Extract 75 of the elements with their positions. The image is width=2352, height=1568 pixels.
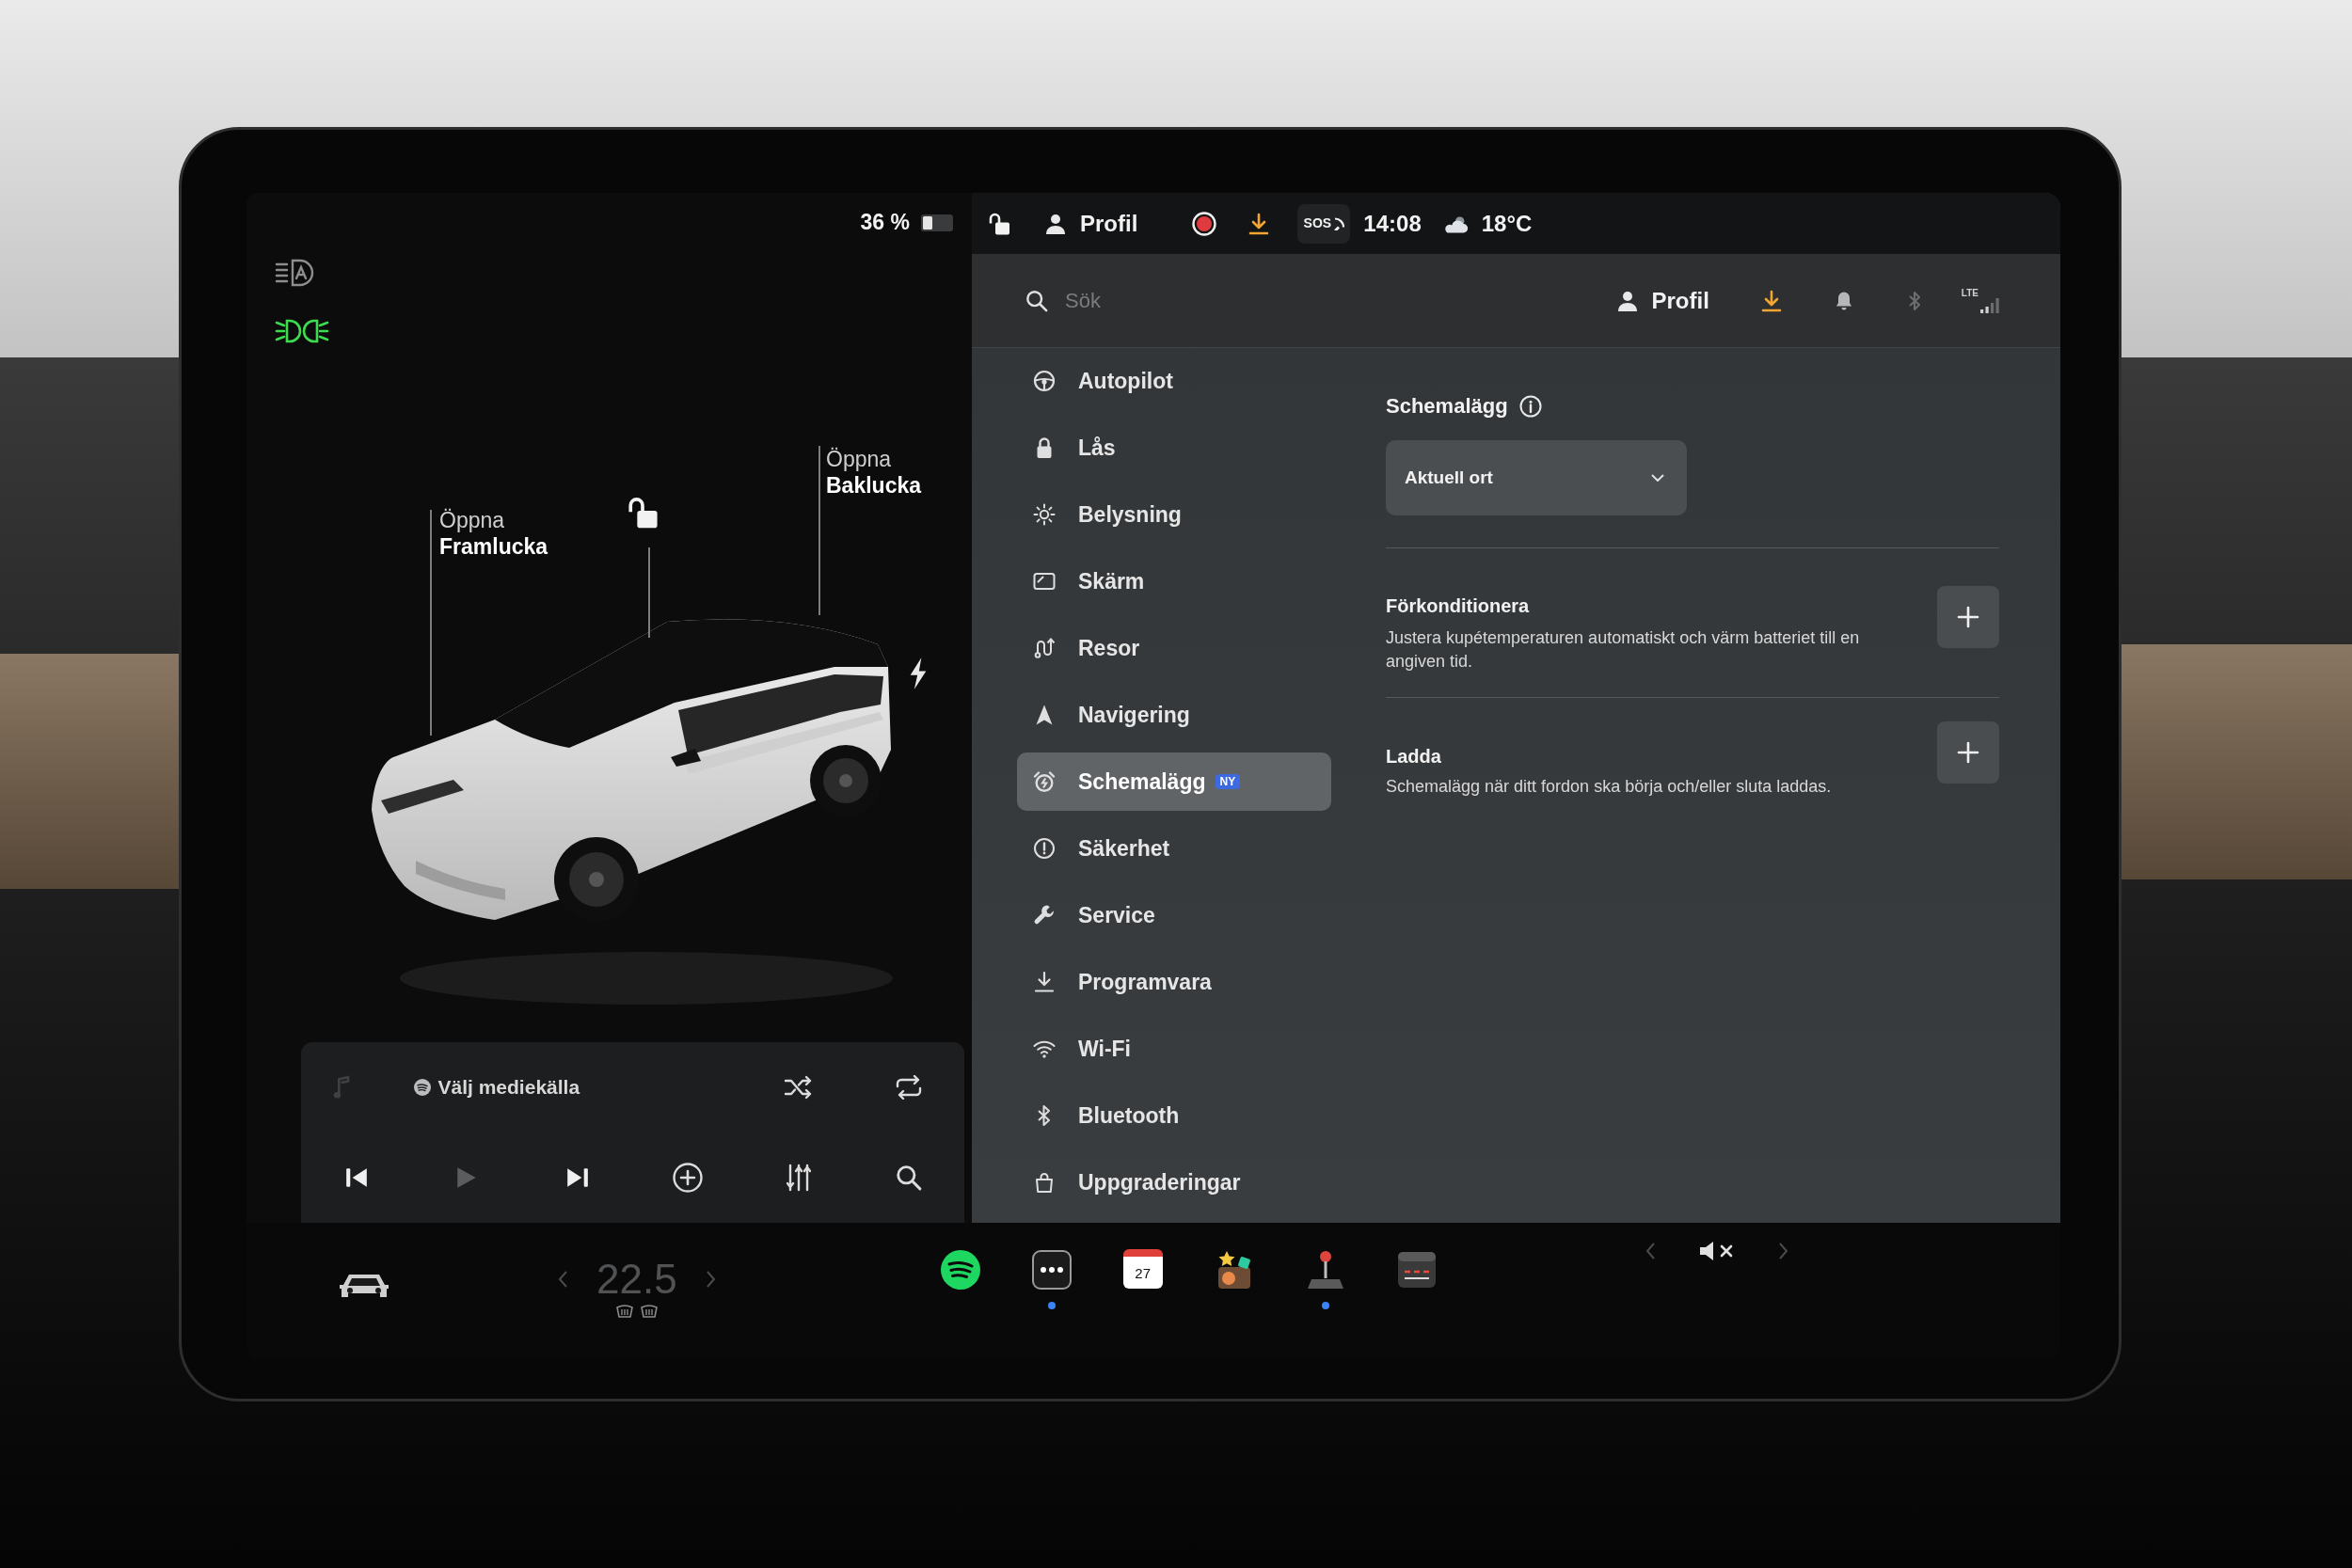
equalizer-icon[interactable] [786, 1164, 811, 1192]
plus-icon [1957, 741, 1979, 764]
skip-forward-icon[interactable] [564, 1165, 590, 1190]
add-button[interactable] [1937, 586, 1999, 648]
defrost-icon[interactable] [614, 1304, 634, 1319]
unlock-icon[interactable] [627, 496, 659, 530]
option-title: Ladda [1386, 745, 1442, 768]
unlock-icon[interactable] [988, 211, 1010, 236]
menu-item[interactable]: Belysning [1017, 485, 1331, 544]
sos-button[interactable]: SOS [1297, 203, 1351, 244]
menu-item[interactable]: Säkerhet [1017, 819, 1331, 878]
media-source-button[interactable]: Välj mediekälla [413, 1072, 580, 1102]
shuffle-icon[interactable] [783, 1075, 814, 1100]
menu-item[interactable]: Skärm [1017, 552, 1331, 610]
plus-icon [1957, 606, 1979, 628]
download-icon [1033, 971, 1056, 993]
brightness-icon [1033, 503, 1056, 526]
section-heading: Schemalägg [1386, 393, 1508, 420]
skip-back-icon[interactable] [343, 1165, 369, 1190]
outside-temperature: 18°C [1481, 209, 1533, 238]
clock-time: 14:08 [1363, 209, 1422, 238]
info-icon[interactable] [1518, 395, 1542, 418]
calendar-button[interactable]: 27 [1122, 1249, 1163, 1289]
battery-icon [921, 214, 953, 231]
network-type: LTE [1961, 288, 1979, 298]
profile-button[interactable]: Profil [1617, 283, 1709, 318]
new-badge: NY [1215, 774, 1241, 789]
battery-percentage: 36 % [860, 212, 910, 233]
chevron-down-icon [1651, 474, 1664, 482]
menu-item[interactable]: Lås [1017, 419, 1331, 477]
menu-item[interactable]: Wi-Fi [1017, 1020, 1331, 1078]
add-button[interactable] [1937, 721, 1999, 784]
shopping-bag-icon [1033, 1171, 1056, 1194]
menu-item[interactable]: Autopilot [1017, 352, 1331, 410]
menu-item[interactable]: Resor [1017, 619, 1331, 677]
add-circle-icon[interactable] [673, 1163, 704, 1193]
option-title: Förkonditionera [1386, 594, 1531, 618]
option-description: Schemalägg när ditt fordon ska börja och/eller sluta laddas. [1386, 776, 1833, 798]
search-icon [1025, 289, 1048, 312]
bell-icon[interactable] [1834, 290, 1853, 311]
cabin-temperature: 22.5 [596, 1257, 677, 1302]
music-note-icon [333, 1075, 350, 1100]
profile-button[interactable]: Profil [1046, 206, 1138, 241]
menu-item[interactable]: Schemalägg NY [1017, 752, 1331, 811]
menu-item[interactable]: Bluetooth [1017, 1086, 1331, 1145]
option-description: Justera kupétemperaturen automatiskt och värm batteriet till en angiven tid. [1386, 627, 1861, 673]
menu-item[interactable]: Uppgraderingar [1017, 1153, 1331, 1212]
menu-item[interactable]: Service [1017, 886, 1331, 944]
repeat-icon[interactable] [895, 1075, 924, 1100]
search-icon[interactable] [896, 1164, 923, 1191]
record-icon[interactable] [1192, 211, 1217, 236]
download-icon[interactable] [1248, 212, 1270, 235]
download-icon[interactable] [1760, 289, 1782, 312]
lightning-bolt-icon [909, 657, 928, 689]
window-app-icon[interactable] [1395, 1249, 1438, 1291]
route-icon [1033, 637, 1056, 659]
stream-icon [413, 1079, 431, 1096]
wrench-icon [1033, 904, 1056, 927]
more-apps-icon[interactable] [1030, 1249, 1073, 1291]
menu-item[interactable]: Programvara [1017, 953, 1331, 1011]
person-icon [1046, 213, 1065, 234]
signal-icon [1980, 297, 1999, 313]
defrost-icon[interactable] [639, 1304, 659, 1319]
location-dropdown[interactable]: Aktuell ort [1386, 440, 1687, 515]
open-front-trunk-button[interactable]: Öppna Framlucka [439, 507, 548, 560]
steering-wheel-icon [1033, 370, 1056, 392]
display-icon [1033, 570, 1056, 593]
search-field[interactable]: Sök [1065, 279, 1498, 322]
menu-item[interactable]: Navigering [1017, 686, 1331, 744]
alert-circle-icon [1033, 837, 1056, 860]
person-icon [1617, 290, 1637, 311]
alarm-clock-icon [1033, 770, 1056, 793]
music-app-icon[interactable] [939, 1249, 981, 1291]
phone-icon [1333, 216, 1345, 230]
open-rear-trunk-button[interactable]: Öppna Baklucka [826, 446, 921, 499]
